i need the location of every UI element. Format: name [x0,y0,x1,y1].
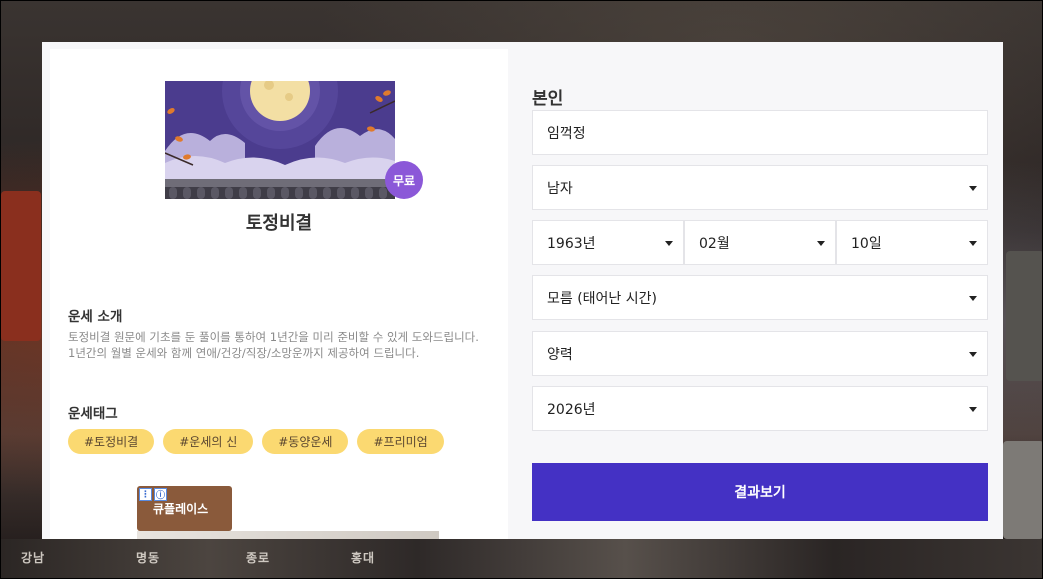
free-badge: 무료 [385,161,423,199]
birth-time-value: 모름 (태어난 시간) [547,290,657,307]
caret-down-icon [969,240,977,246]
fortune-input-form: 본인 임꺽정 남자 1963년 02월 10일 모름 (태어난 시간) 양력 2… [531,42,989,539]
birth-year-value: 1963년 [547,235,596,252]
tag-chip[interactable]: #동양운세 [262,429,349,454]
background-sign [1003,441,1042,539]
background-sign-text: 명동 [136,551,161,565]
tag-chip[interactable]: #토정비결 [68,429,155,454]
gender-value: 남자 [547,180,573,197]
birth-time-select[interactable]: 모름 (태어난 시간) [532,275,988,320]
tag-chip[interactable]: #프리미엄 [357,429,444,454]
fortune-panel: 무료 토정비결 운세 소개 토정비결 원문에 기초를 둔 풀이를 통하여 1년간… [42,42,1003,539]
background-sign-text: 종로 [246,551,271,565]
intro-heading: 운세 소개 [68,309,123,325]
tags-heading: 운세태그 [68,406,118,422]
view-result-button[interactable]: 결과보기 [532,463,988,521]
background-sign-text: 홍대 [351,551,376,565]
product-thumbnail[interactable] [165,81,395,199]
caret-down-icon [969,185,977,191]
ad-image-strip[interactable] [137,531,439,539]
target-year-select[interactable]: 2026년 [532,386,988,431]
product-info-card: 무료 토정비결 운세 소개 토정비결 원문에 기초를 둔 풀이를 통하여 1년간… [50,49,508,539]
caret-down-icon [817,240,825,246]
full-moon-illustration [165,81,395,199]
name-value: 임꺽정 [547,125,586,142]
birth-month-select[interactable]: 02월 [684,220,836,265]
product-title: 토정비결 [245,213,313,234]
gender-select[interactable]: 남자 [532,165,988,210]
tag-chip[interactable]: #운세의 신 [163,429,254,454]
birth-day-select[interactable]: 10일 [836,220,988,265]
name-field[interactable]: 임꺽정 [532,110,988,155]
background-sign [1006,251,1042,381]
calendar-type-value: 양력 [547,346,573,363]
caret-down-icon [665,240,673,246]
tag-list: #토정비결 #운세의 신 #동양운세 #프리미엄 [68,429,444,454]
target-year-value: 2026년 [547,401,596,418]
birth-year-select[interactable]: 1963년 [532,220,684,265]
background-sign-text: 강남 [21,551,46,565]
ad-label: 큐플레이스 [153,502,209,516]
birth-month-value: 02월 [699,235,730,252]
background-lantern [1,191,41,341]
caret-down-icon [969,295,977,301]
ad-menu-icon[interactable]: ⋮ [139,488,152,501]
birth-day-value: 10일 [851,235,882,252]
intro-line: 토정비결 원문에 기초를 둔 풀이를 통하여 1년간을 미리 준비할 수 있게 … [68,330,479,344]
caret-down-icon [969,406,977,412]
caret-down-icon [969,351,977,357]
section-title: 본인 [532,89,564,109]
ad-banner[interactable]: ⋮ ⓘ 큐플레이스 [137,486,232,531]
calendar-type-select[interactable]: 양력 [532,331,988,376]
intro-description: 토정비결 원문에 기초를 둔 풀이를 통하여 1년간을 미리 준비할 수 있게 … [68,329,496,361]
intro-line: 1년간의 월별 운세와 함께 연애/건강/직장/소망운까지 제공하여 드립니다. [68,346,420,360]
